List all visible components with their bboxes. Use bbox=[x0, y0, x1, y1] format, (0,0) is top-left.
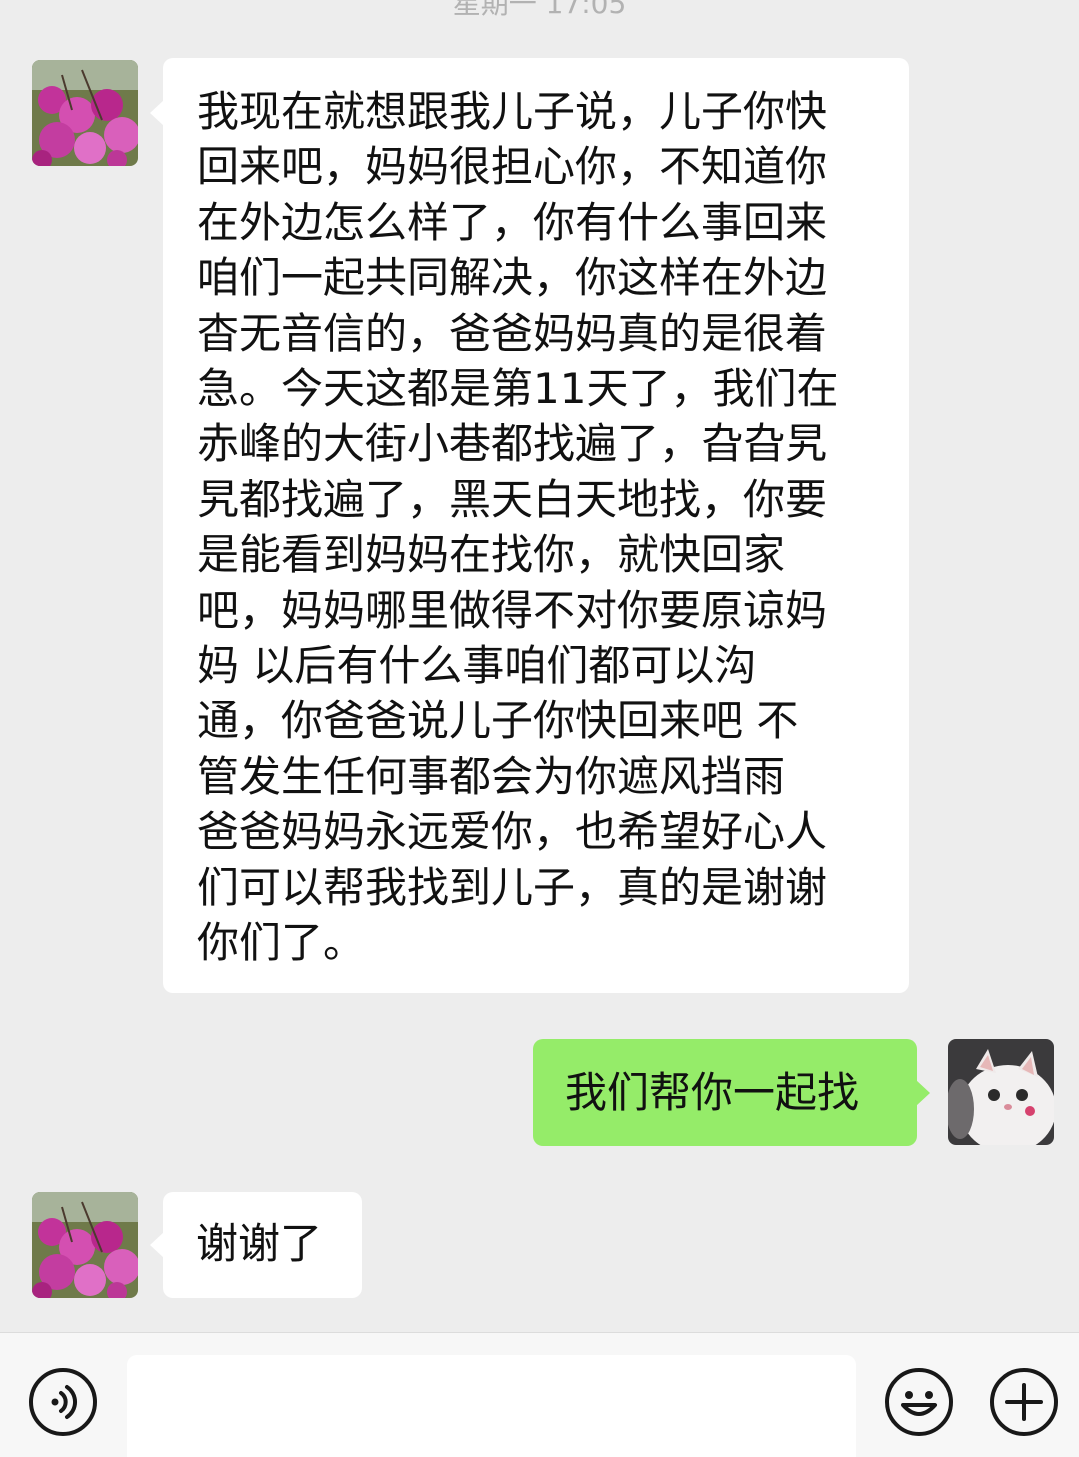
message-line: 赤峰的大街小巷都找遍了，旮旮旯 bbox=[197, 419, 828, 469]
message-line: 管发生任何事都会为你遮风挡雨 bbox=[197, 751, 786, 801]
contact-avatar[interactable] bbox=[32, 1192, 138, 1298]
message-line: 我现在就想跟我儿子说，儿子你快 bbox=[197, 87, 828, 136]
message-line: 杳无音信的，爸爸妈妈真的是很着 bbox=[197, 308, 828, 358]
contact-avatar[interactable] bbox=[32, 60, 138, 166]
bubble-tail bbox=[150, 100, 164, 126]
message-line: 回来吧，妈妈很担心你，不知道你 bbox=[197, 142, 828, 192]
user-avatar[interactable] bbox=[948, 1039, 1054, 1145]
message-line: 你们了。 bbox=[197, 918, 366, 968]
message-input[interactable] bbox=[127, 1355, 856, 1457]
message-line: 们可以帮我找到儿子，真的是谢谢 bbox=[197, 862, 828, 912]
incoming-message-bubble[interactable]: 我现在就想跟我儿子说，儿子你快 回来吧，妈妈很担心你，不知道你 在外边怎么样了，… bbox=[163, 58, 909, 993]
message-line: 急。今天这都是第11天了，我们在 bbox=[197, 364, 839, 414]
input-bar bbox=[0, 1332, 1079, 1457]
bubble-tail bbox=[150, 1232, 164, 1258]
incoming-message-bubble[interactable]: 谢谢了 bbox=[163, 1192, 362, 1298]
message-line: 爸爸妈妈永远爱你，也希望好心人 bbox=[197, 807, 828, 857]
chat-area: 星期一 17:05 我现在就想跟我儿子说，儿子你快 回来吧，妈妈很担心你，不知道… bbox=[0, 0, 1079, 1332]
emoji-icon bbox=[885, 1368, 953, 1436]
timestamp: 星期一 17:05 bbox=[452, 0, 627, 20]
voice-button[interactable] bbox=[28, 1367, 98, 1437]
emoji-button[interactable] bbox=[884, 1367, 954, 1437]
outgoing-message-bubble[interactable]: 我们帮你一起找 bbox=[533, 1039, 917, 1146]
voice-icon bbox=[29, 1368, 97, 1436]
message-line: 吧，妈妈哪里做得不对你要原谅妈 bbox=[197, 585, 828, 635]
message-line: 咱们一起共同解决，你这样在外边 bbox=[197, 253, 828, 303]
message-line: 通，你爸爸说儿子你快回来吧 不 bbox=[197, 696, 799, 746]
message-line: 旯都找遍了，黑天白天地找，你要 bbox=[197, 474, 828, 524]
bubble-tail bbox=[916, 1080, 930, 1106]
message-line: 在外边怎么样了，你有什么事回来 bbox=[197, 197, 828, 247]
message-line: 妈 以后有什么事咱们都可以沟 bbox=[197, 641, 757, 691]
message-line: 是能看到妈妈在找你，就快回家 bbox=[197, 530, 786, 580]
plus-icon bbox=[990, 1368, 1058, 1436]
plus-button[interactable] bbox=[989, 1367, 1059, 1437]
